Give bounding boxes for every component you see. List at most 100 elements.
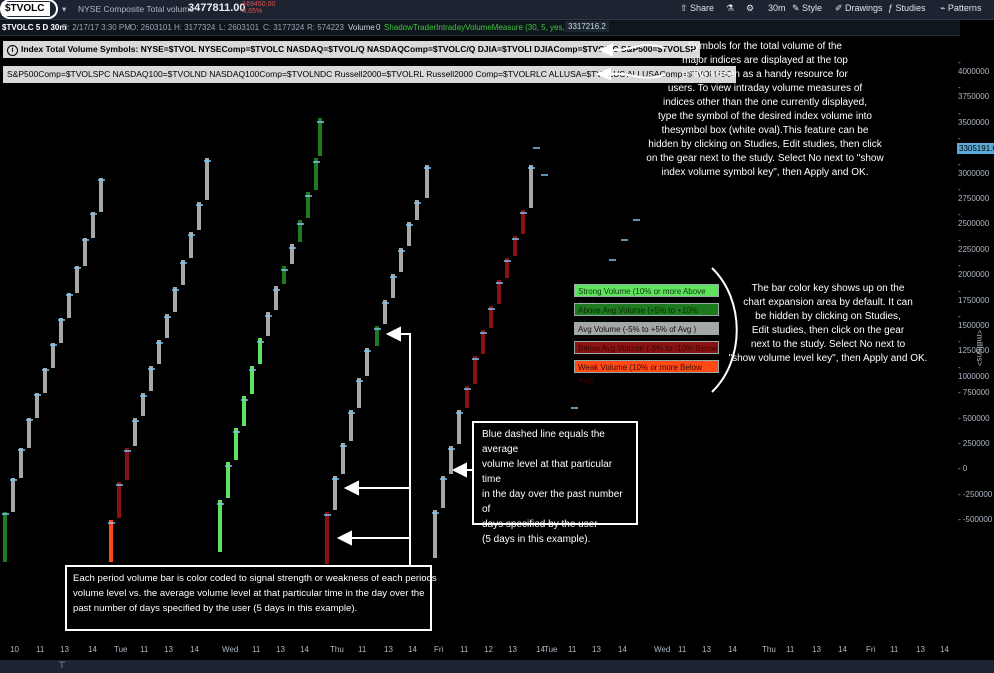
x-tick-label: 13 [592,645,601,654]
volume-bar [117,482,121,518]
volume-bar [189,232,193,258]
note-line: major indices are displayed at the top [682,55,848,66]
volume-bar [449,446,453,474]
x-tick-label: 13 [384,645,393,654]
top-toolbar: $TVOLC ▾ NYSE Composite Total volume 347… [0,0,994,20]
bar-close: C: 3177324 [263,23,305,32]
x-tick-label: 14 [940,645,949,654]
x-tick-label: 11 [460,645,469,654]
timeframe-button[interactable]: 30m [768,3,786,13]
note-line: be hidden by clicking on Studies, [755,311,901,322]
y-tick-label: - 2250000 [958,235,990,254]
percent-change: -4.65% [240,8,263,15]
note-line: Edit studies, then click on the gear [751,325,905,336]
volume-bar [3,512,7,562]
patterns-button[interactable]: ⌁ Patterns [940,3,981,14]
x-tick-label: 13 [916,645,925,654]
note-line: days specified by the user [482,519,598,530]
drawings-button[interactable]: ✐ Drawings [835,3,883,14]
bar-date: D: 2/17/17 3:30 PM [62,23,131,32]
y-tick-label: - 1750000 [958,286,990,305]
symbol-description: NYSE Composite Total volume [78,4,195,14]
key-below-avg-volume: Below Avg Volume (-5% to -10% Below Avg) [574,341,719,366]
x-tick-label: 11 [140,645,149,654]
volume-bar [197,202,201,230]
drawings-icon: ✐ [835,3,846,13]
symbol-key-arrow-head [597,43,613,57]
patterns-icon: ⌁ [940,3,948,13]
symbols-note: Symbols for the total volume of the majo… [640,40,890,180]
note-line: thesymbol box (white oval).This feature … [661,125,869,136]
volume-bar [43,368,47,393]
avg-line-pointer-head [385,326,401,342]
patterns-label: Patterns [947,3,982,13]
price-change: -169450.00 -4.65% [240,1,275,15]
x-tick-label: 13 [164,645,173,654]
y-tick-label: - 2750000 [958,185,990,203]
flask-icon[interactable]: ⚗ [726,3,734,14]
x-tick-label: Tue [544,645,558,654]
volume-bar [325,512,329,564]
bars-note: Each period volume bar is color coded to… [65,565,437,631]
volume-bar [333,476,337,510]
x-tick-label: 11 [678,645,687,654]
note-line: on the gear next to the study. Select No… [646,153,884,164]
share-button[interactable]: ⇧ Share [680,3,714,14]
y-tick-label: - 3000000 [958,159,990,178]
bar-range: R: 574223 [307,23,344,32]
bar-open: O: 2603101 [130,23,172,32]
x-tick-label: 13 [812,645,821,654]
dropdown-caret-icon[interactable]: ▾ [62,4,66,15]
x-tick-label: 11 [786,645,795,654]
studies-button[interactable]: ƒ Studies [888,3,926,13]
bottom-scrollbar[interactable]: ⊤ [0,660,994,673]
note-line: in the day over the past number of [482,489,623,515]
x-tick-label: 14 [408,645,417,654]
y-tick-label: - -500000 [958,515,993,525]
x-tick-label: 14 [190,645,199,654]
x-tick-label: 11 [36,645,45,654]
volume-bar [234,428,238,460]
x-tick-label: Wed [222,645,239,654]
x-tick-label: Wed [654,645,671,654]
volume-bar [83,238,87,266]
note-line: Symbols for the total volume of the [688,41,842,52]
volume-bar [27,418,31,448]
volume-bar [314,158,318,190]
style-icon: ✎ [792,3,803,13]
studies-label: Studies [895,3,926,13]
gear-icon[interactable]: ⚙ [746,3,754,14]
note-line: volume level vs. the average volume leve… [73,588,425,599]
volume-bar [473,356,477,384]
studies-icon: ƒ [888,3,896,13]
x-tick-label: 13 [60,645,69,654]
period-label: $TVOLC 5 D 30m [2,23,67,32]
key-above-avg-volume: Above Avg Volume (+5% to +10% Above Avg) [574,303,719,328]
y-tick-label: - 2500000 [958,210,990,229]
volume-label: Volume [348,23,375,32]
bar-high: H: 3177324 [174,23,216,32]
note-line: Each period volume bar is color coded to… [73,573,437,584]
y-tick-label: - 250000 [958,439,990,448]
note-line: of the screen as a handy resource for [682,69,848,80]
volume-bar [425,165,429,198]
volume-bar [433,510,437,558]
style-button[interactable]: ✎ Style [792,3,822,14]
x-axis: 10 11 13 14 Tue 11 13 14 Wed 11 13 14 Thu 11 13 14 Fri 11… [0,645,954,657]
note-line: type the symbol of the desired index vol… [657,111,872,122]
x-tick-label: 12 [484,645,493,654]
x-tick-label: 13 [702,645,711,654]
avg-arrow-1-head [343,480,359,496]
y-tick-label: - 4000000 [958,58,990,76]
y-axis-unit-label: <millions> [975,330,984,367]
avg-arrow-3-head [451,462,467,478]
volume-value: 0 [376,23,381,32]
y-tick-label: - 0 [958,464,968,474]
volume-bar [133,418,137,446]
note-line: The bar color key shows up on the [751,283,905,294]
volume-bar [457,410,461,444]
volume-bar [51,343,55,368]
x-tick-label: 14 [300,645,309,654]
note-line: users. To view intraday volume measures … [667,83,863,94]
expand-icon[interactable]: ⊤ [58,660,66,671]
